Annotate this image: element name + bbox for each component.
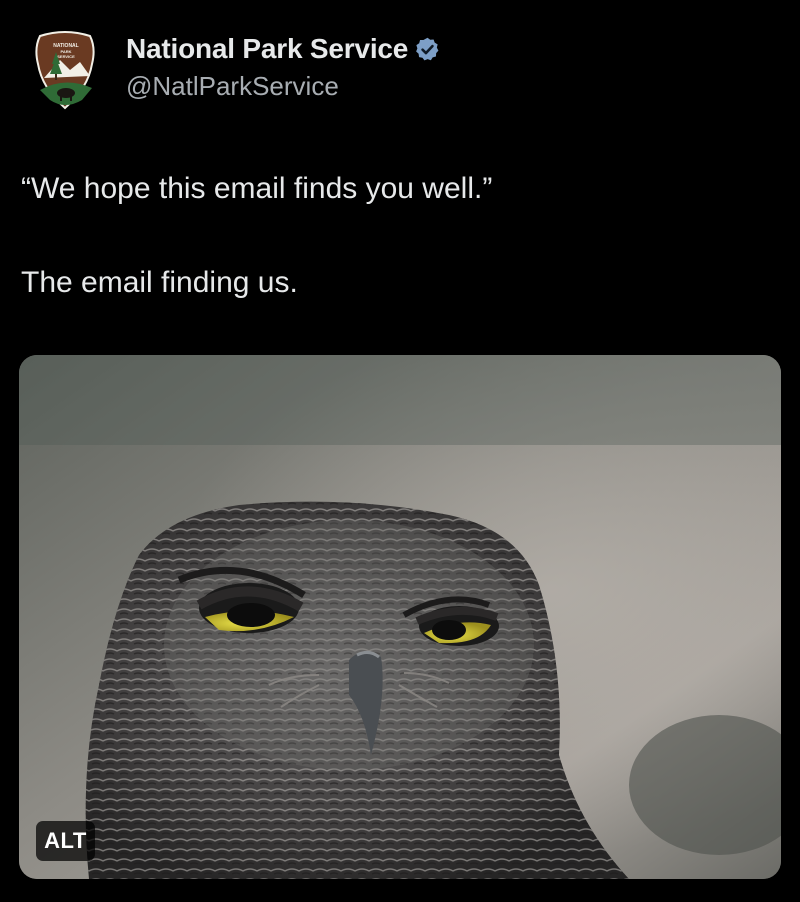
nps-arrowhead-logo-icon: NATIONAL PARK SERVICE xyxy=(35,31,95,110)
tweet-header: NATIONAL PARK SERVICE National Park Serv… xyxy=(0,0,800,130)
owl-photo-icon xyxy=(19,355,781,879)
svg-text:SERVICE: SERVICE xyxy=(57,54,75,59)
tweet-text: “We hope this email finds you well.” The… xyxy=(21,165,781,306)
verified-badge-icon[interactable] xyxy=(414,36,441,63)
author-handle[interactable]: @NatlParkService xyxy=(126,71,441,102)
author-names: National Park Service @NatlParkService xyxy=(126,33,441,102)
avatar[interactable]: NATIONAL PARK SERVICE xyxy=(30,30,100,110)
tweet-media[interactable]: ALT xyxy=(19,355,781,879)
tweet-line: The email finding us. xyxy=(21,266,298,299)
display-name-row: National Park Service xyxy=(126,33,441,65)
tweet-line: “We hope this email finds you well.” xyxy=(21,172,493,205)
display-name[interactable]: National Park Service xyxy=(126,33,408,65)
alt-text-badge[interactable]: ALT xyxy=(36,821,95,861)
